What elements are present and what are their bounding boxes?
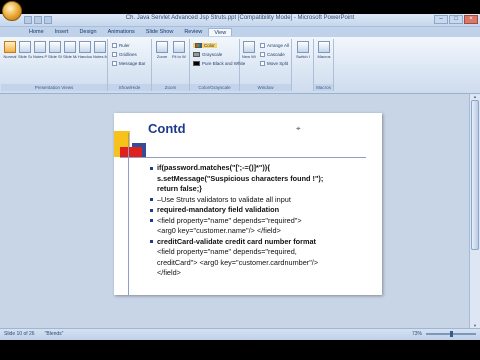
group-label: Color/Grayscale (190, 84, 239, 91)
group-label: Show/Hide (108, 84, 151, 91)
vertical-scrollbar[interactable]: ▲ ▼ (469, 94, 480, 328)
handout-master-button[interactable]: Handout Master (78, 41, 92, 59)
slide-bullet-line: –Use Struts validators to validate all i… (150, 195, 380, 206)
macros-button[interactable]: Macros (317, 41, 331, 59)
video-letterbox-bottom (0, 340, 480, 360)
magnifier-icon (156, 41, 168, 53)
group-label: Window (240, 84, 291, 91)
zoom-button[interactable]: Zoom (155, 41, 169, 59)
slide-bullet-line: <field property="name" depends="required… (157, 247, 297, 256)
macros-icon (318, 41, 330, 53)
ruler-checkbox[interactable]: Ruler (112, 43, 130, 48)
cascade-icon (260, 52, 265, 57)
message-bar-checkbox[interactable]: Message Bar (112, 61, 146, 66)
group-label: Macros (314, 84, 333, 91)
checkbox-icon (112, 43, 117, 48)
tab-insert[interactable]: Insert (50, 28, 74, 36)
checkbox-icon (112, 52, 117, 57)
checkbox-icon (112, 61, 117, 66)
arrange-all-button[interactable]: Arrange All (260, 43, 289, 48)
video-letterbox-top (0, 0, 480, 14)
window-title: Ch. Java Servlet Advanced Jsp Struts.ppt… (125, 15, 355, 21)
group-show-hide: Ruler Gridlines Message Bar Show/Hide (108, 39, 152, 91)
slide-sorter-icon (19, 41, 31, 53)
theme-name: "Blends" (44, 331, 64, 337)
group-label: Presentation Views (1, 84, 107, 91)
group-switch: Switch Windows (292, 39, 314, 91)
tab-home[interactable]: Home (24, 28, 49, 36)
bw-swatch-icon (193, 61, 200, 66)
window-controls: – □ × (434, 15, 478, 24)
slide-bullet-line: creditCard-validate credit card number f… (150, 237, 380, 248)
handout-master-icon (79, 41, 91, 53)
office-button[interactable] (2, 1, 22, 21)
slide-decoration-red (120, 147, 142, 157)
slide-counter: Slide 10 of 26 (4, 331, 35, 337)
normal-view-icon (4, 41, 16, 53)
slide-bullet-line: if(password.matches("[';-=()]*")){ (150, 163, 380, 174)
notes-page-button[interactable]: Notes Page (33, 41, 47, 59)
slide-bullet-line: return false;} (157, 184, 203, 193)
ribbon-tabs: Home Insert Design Animations Slide Show… (0, 27, 480, 37)
slide-bullet-line: <field property="name" depends="required… (150, 216, 380, 227)
group-color-grayscale: Color Grayscale Pure Black and White Col… (190, 39, 245, 91)
new-window-icon (243, 41, 255, 53)
pure-bw-option[interactable]: Pure Black and White (193, 61, 245, 66)
cascade-button[interactable]: Cascade (260, 52, 285, 57)
slide-title[interactable]: Contd (148, 121, 186, 136)
color-swatch-icon (195, 43, 202, 48)
grayscale-option[interactable]: Grayscale (193, 52, 222, 57)
group-presentation-views: Normal Slide Sorter Notes Page Slide Sho… (1, 39, 108, 91)
notes-master-button[interactable]: Notes Master (93, 41, 107, 59)
color-option[interactable]: Color (193, 43, 217, 48)
slide-bullet-line: required-mandatory field validation (150, 205, 380, 216)
close-button[interactable]: × (464, 15, 478, 24)
slide-master-icon (64, 41, 76, 53)
slide-bullet-line: <arg0 key="customer.name"/> </field> (157, 226, 281, 235)
fit-to-window-button[interactable]: Fit to Window (172, 41, 186, 59)
maximize-button[interactable]: □ (449, 15, 463, 24)
slide-bullet-line: creditCard"> <arg0 key="customer.cardnum… (157, 257, 319, 267)
minimize-button[interactable]: – (434, 15, 448, 24)
notes-master-icon (94, 41, 106, 53)
arrange-icon (260, 43, 265, 48)
group-zoom: Zoom Fit to Window Zoom (152, 39, 190, 91)
group-window: New Window Arrange All Cascade Move Spli… (240, 39, 292, 91)
switch-windows-icon (297, 41, 309, 53)
tab-design[interactable]: Design (74, 28, 101, 36)
scroll-up-icon[interactable]: ▲ (471, 94, 479, 99)
zoom-slider[interactable] (426, 331, 476, 337)
group-label: Zoom (152, 84, 189, 91)
zoom-slider-knob[interactable] (450, 331, 453, 337)
tab-slide-show[interactable]: Slide Show (141, 28, 179, 36)
new-window-button[interactable]: New Window (242, 41, 256, 59)
slide-canvas[interactable]: Contd ⌖ if(password.matches("[';-=()]*")… (114, 113, 382, 295)
zoom-level[interactable]: 73% (412, 331, 422, 337)
move-split-icon (260, 61, 265, 66)
grayscale-swatch-icon (193, 52, 200, 57)
fit-window-icon (173, 41, 185, 53)
move-split-button[interactable]: Move Split (260, 61, 288, 66)
title-bar: Ch. Java Servlet Advanced Jsp Struts.ppt… (0, 14, 480, 27)
slide-bullet-line: s.setMessage("Suspicious characters foun… (157, 173, 324, 183)
tab-view[interactable]: View (208, 28, 233, 36)
gridlines-checkbox[interactable]: Gridlines (112, 52, 137, 57)
ribbon: Normal Slide Sorter Notes Page Slide Sho… (0, 37, 480, 94)
mouse-cursor-icon: ⌖ (296, 124, 301, 133)
tab-review[interactable]: Review (179, 28, 207, 36)
scrollbar-thumb[interactable] (471, 100, 479, 250)
tab-animations[interactable]: Animations (103, 28, 140, 36)
powerpoint-window: Ch. Java Servlet Advanced Jsp Struts.ppt… (0, 0, 480, 360)
slide-show-button[interactable]: Slide Show (48, 41, 62, 59)
notes-page-icon (34, 41, 46, 53)
slide-bullet-line: </field> (157, 268, 181, 277)
switch-windows-button[interactable]: Switch Windows (296, 41, 310, 59)
slide-body[interactable]: if(password.matches("[';-=()]*")){s.setM… (150, 163, 380, 279)
normal-view-button[interactable]: Normal (3, 41, 17, 59)
slide-master-button[interactable]: Slide Master (63, 41, 77, 59)
group-macros: Macros Macros (314, 39, 334, 91)
slide-show-icon (49, 41, 61, 53)
slide-decoration-line (120, 157, 366, 158)
slide-sorter-button[interactable]: Slide Sorter (18, 41, 32, 59)
